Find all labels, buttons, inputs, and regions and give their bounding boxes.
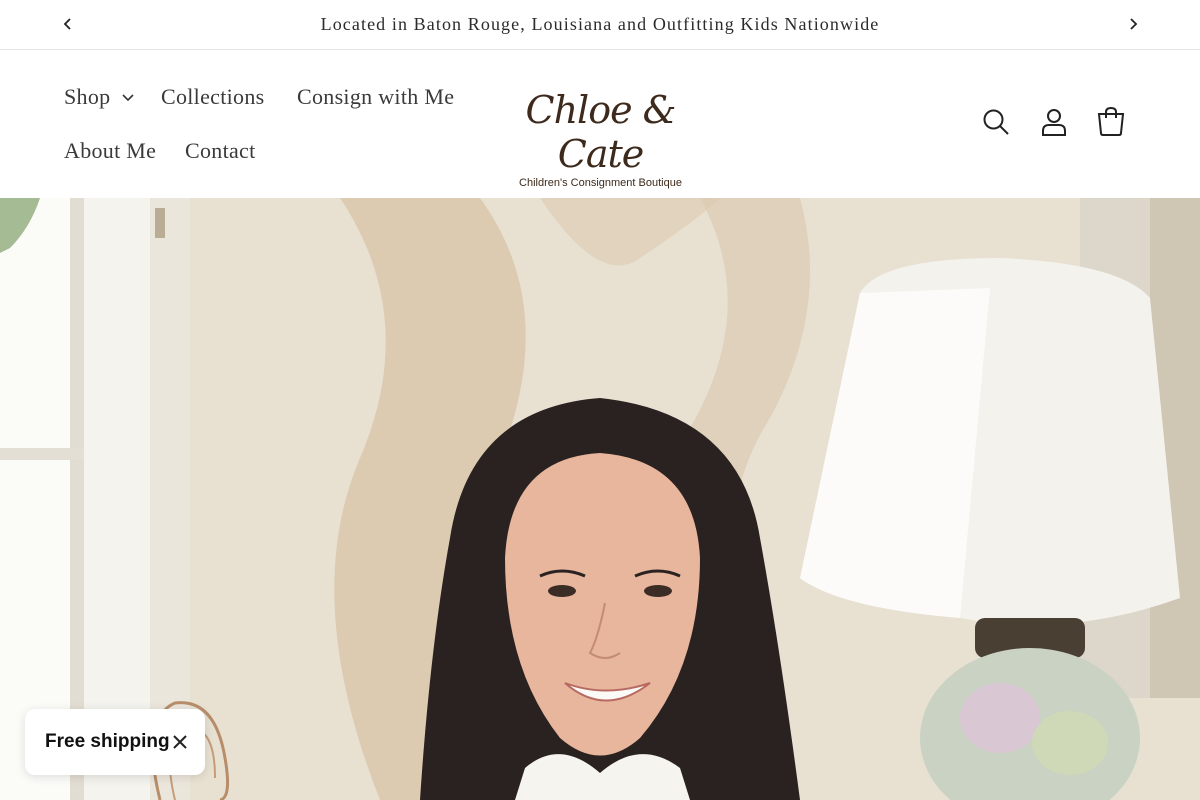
free-shipping-label: Free shipping — [45, 731, 170, 752]
chevron-down-icon[interactable] — [120, 90, 136, 106]
search-button[interactable] — [980, 106, 1012, 138]
site-logo[interactable]: Chloe & Cate Children's Consignment Bout… — [508, 88, 693, 189]
nav-about-me[interactable]: About Me — [64, 138, 156, 164]
close-icon[interactable] — [171, 733, 189, 751]
site-header: Shop Collections Consign with Me About M… — [0, 50, 1200, 198]
announcement-bar: Located in Baton Rouge, Louisiana and Ou… — [0, 0, 1200, 50]
free-shipping-banner[interactable]: Free shipping — [25, 709, 205, 775]
account-button[interactable] — [1038, 106, 1070, 138]
logo-tagline: Children's Consignment Boutique — [519, 177, 682, 189]
search-icon — [983, 109, 1009, 135]
announcement-text: Located in Baton Rouge, Louisiana and Ou… — [320, 14, 880, 34]
nav-collections[interactable]: Collections — [161, 84, 265, 110]
cart-icon — [1097, 106, 1125, 136]
account-icon — [1042, 109, 1066, 136]
nav-consign-with-me[interactable]: Consign with Me — [297, 84, 454, 110]
nav-contact[interactable]: Contact — [185, 138, 256, 164]
logo-name: Chloe & Cate — [525, 88, 677, 176]
announcement-next-button[interactable] — [1123, 14, 1143, 34]
cart-button[interactable] — [1095, 106, 1127, 138]
nav-shop[interactable]: Shop — [64, 84, 110, 110]
chevron-right-icon — [1130, 18, 1138, 30]
